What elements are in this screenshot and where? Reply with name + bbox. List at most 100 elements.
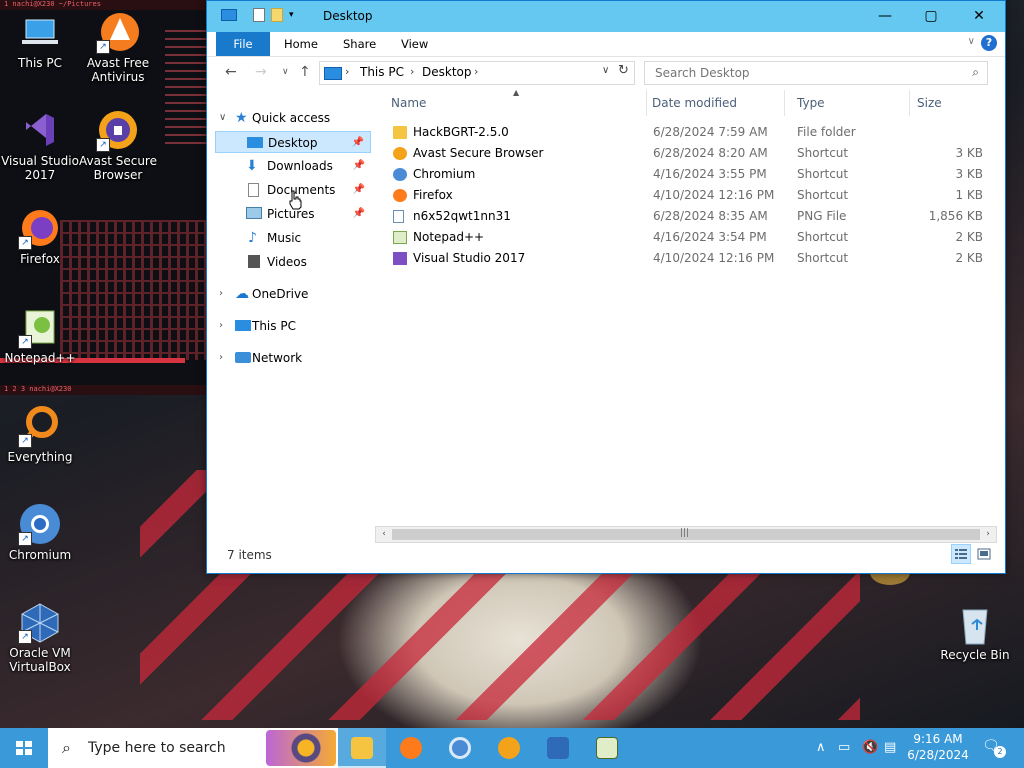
firefox-icon <box>400 737 422 759</box>
music-icon: ♪ <box>248 230 257 246</box>
taskbar-app-file-explorer[interactable] <box>338 728 386 768</box>
address-bar[interactable]: › This PC › Desktop › ∨ ↻ <box>319 61 635 85</box>
downloads-icon: ⬇ <box>246 158 258 174</box>
desktop-icon-everything[interactable]: ↗ Everything <box>0 404 80 464</box>
help-button[interactable]: ? <box>981 35 997 51</box>
refresh-icon[interactable]: ↻ <box>618 63 629 78</box>
desktop-icon-visual-studio[interactable]: Visual Studio 2017 <box>0 108 80 182</box>
horizontal-scrollbar[interactable]: ‹ ||| › <box>375 526 997 543</box>
pin-icon[interactable]: 📌 <box>352 132 364 154</box>
taskbar-search-box[interactable]: ⌕ Type here to search <box>48 728 338 768</box>
nav-item-downloads[interactable]: ⬇ Downloads 📌 <box>215 155 371 177</box>
file-type: Shortcut <box>797 251 849 265</box>
maximize-button[interactable]: ▢ <box>908 1 954 31</box>
taskbar-app-chromium[interactable] <box>436 728 484 768</box>
file-row[interactable]: Avast Secure Browser 6/28/2024 8:20 AM S… <box>377 143 989 164</box>
expand-ribbon-chevron-icon[interactable]: ∨ <box>968 36 975 47</box>
back-arrow-icon[interactable]: ← <box>225 64 237 80</box>
minimize-button[interactable]: — <box>862 1 908 31</box>
collapsed-chevron-icon[interactable]: › <box>219 315 223 337</box>
properties-icon[interactable] <box>253 8 265 22</box>
file-row[interactable]: HackBGRT-2.5.0 6/28/2024 7:59 AM File fo… <box>377 122 989 143</box>
collapsed-chevron-icon[interactable]: › <box>219 347 223 369</box>
nav-item-onedrive[interactable]: › ☁ OneDrive <box>215 283 371 305</box>
new-folder-icon[interactable] <box>271 8 283 22</box>
nav-item-desktop[interactable]: Desktop 📌 <box>215 131 371 153</box>
this-pc-icon <box>235 320 251 331</box>
nav-item-label: OneDrive <box>252 287 309 301</box>
breadcrumb-this-pc[interactable]: This PC <box>360 65 404 79</box>
tab-view[interactable]: View <box>401 32 428 56</box>
nav-item-music[interactable]: ♪ Music <box>215 227 371 249</box>
taskbar-app-avast-browser[interactable] <box>485 728 533 768</box>
file-row[interactable]: Chromium 4/16/2024 3:55 PM Shortcut 3 KB <box>377 164 989 185</box>
breadcrumb-chevron-icon[interactable]: › <box>345 65 349 78</box>
column-header-type[interactable]: Type <box>797 90 910 116</box>
pin-icon[interactable]: 📌 <box>353 203 365 225</box>
taskbar-app-notepadpp[interactable] <box>583 728 631 768</box>
file-size: 3 KB <box>955 146 983 160</box>
nav-item-label: Downloads <box>267 159 333 173</box>
shortcut-arrow-icon: ↗ <box>96 138 110 152</box>
scroll-left-arrow-icon[interactable]: ‹ <box>376 527 392 542</box>
up-arrow-icon[interactable]: ↑ <box>299 64 311 80</box>
scroll-right-arrow-icon[interactable]: › <box>980 527 996 542</box>
avast-antivirus-icon: ↗ <box>96 10 140 54</box>
network-tray-icon[interactable]: ▭ <box>838 740 850 755</box>
file-date: 4/10/2024 12:16 PM <box>653 251 775 265</box>
file-row[interactable]: Firefox 4/10/2024 12:16 PM Shortcut 1 KB <box>377 185 989 206</box>
input-language-icon[interactable]: ▤ <box>884 740 896 755</box>
desktop-icon-this-pc[interactable]: This PC <box>0 10 80 70</box>
tab-file[interactable]: File <box>216 32 270 56</box>
nav-item-label: This PC <box>252 319 296 333</box>
tab-share[interactable]: Share <box>343 32 376 56</box>
file-row[interactable]: Visual Studio 2017 4/10/2024 12:16 PM Sh… <box>377 248 989 269</box>
column-header-size[interactable]: Size <box>917 90 987 116</box>
desktop-icon-virtualbox[interactable]: ↗ Oracle VM VirtualBox <box>0 600 80 674</box>
tab-home[interactable]: Home <box>284 32 318 56</box>
taskbar-app-virtualbox[interactable] <box>534 728 582 768</box>
nav-item-quick-access[interactable]: ∨ ★ Quick access <box>215 107 371 129</box>
expanded-chevron-icon[interactable]: ∨ <box>219 107 226 129</box>
details-view-button[interactable] <box>951 544 971 564</box>
file-row[interactable]: Notepad++ 4/16/2024 3:54 PM Shortcut 2 K… <box>377 227 989 248</box>
file-row[interactable]: n6x52qwt1nn31 6/28/2024 8:35 AM PNG File… <box>377 206 989 227</box>
breadcrumb-chevron-icon[interactable]: › <box>410 65 414 78</box>
volume-muted-icon[interactable]: 🔇 <box>862 740 878 755</box>
taskbar-app-firefox[interactable] <box>387 728 435 768</box>
collapsed-chevron-icon[interactable]: › <box>219 283 223 305</box>
close-button[interactable]: ✕ <box>954 1 1004 31</box>
nav-item-videos[interactable]: Videos <box>215 251 371 273</box>
customize-toolbar-chevron-icon[interactable]: ▾ <box>289 10 294 20</box>
desktop-icon-avast-browser[interactable]: ↗ Avast Secure Browser <box>78 108 158 182</box>
search-box[interactable]: ⌕ <box>644 61 988 85</box>
pin-icon[interactable]: 📌 <box>353 179 365 201</box>
pin-icon[interactable]: 📌 <box>353 155 365 177</box>
documents-icon <box>248 183 259 197</box>
desktop-icon-notepadpp[interactable]: ↗ Notepad++ <box>0 305 80 365</box>
file-name: HackBGRT-2.5.0 <box>413 125 509 139</box>
action-center-button[interactable]: 🗨 2 <box>982 738 1006 758</box>
desktop-icon-firefox[interactable]: ↗ Firefox <box>0 206 80 266</box>
column-header-date-modified[interactable]: Date modified <box>652 90 785 116</box>
forward-arrow-icon[interactable]: → <box>255 64 267 80</box>
title-bar[interactable]: ▾ Desktop — ▢ ✕ <box>207 1 1005 32</box>
search-input[interactable] <box>653 65 957 81</box>
nav-item-network[interactable]: › Network <box>215 347 371 369</box>
taskbar-clock[interactable]: 9:16 AM 6/28/2024 <box>900 731 976 763</box>
avast-browser-icon: ↗ <box>96 108 140 152</box>
address-history-chevron-icon[interactable]: ∨ <box>602 65 609 76</box>
desktop-icon-chromium[interactable]: ↗ Chromium <box>0 502 80 562</box>
desktop-icon-recycle-bin[interactable]: Recycle Bin <box>935 602 1015 662</box>
start-button[interactable] <box>0 728 48 768</box>
desktop-icon-avast-antivirus[interactable]: ↗ Avast Free Antivirus <box>78 10 158 84</box>
breadcrumb-chevron-icon[interactable]: › <box>474 65 478 78</box>
shortcut-arrow-icon: ↗ <box>18 630 32 644</box>
recent-locations-chevron-icon[interactable]: ∨ <box>282 67 289 77</box>
desktop-icon-label: This PC <box>18 56 62 70</box>
large-icons-view-button[interactable] <box>974 544 994 564</box>
show-hidden-icons-chevron-icon[interactable]: ∧ <box>816 740 826 755</box>
nav-item-this-pc[interactable]: › This PC <box>215 315 371 337</box>
desktop-icon-label: Notepad++ <box>4 351 76 365</box>
breadcrumb-desktop[interactable]: Desktop <box>422 65 472 79</box>
